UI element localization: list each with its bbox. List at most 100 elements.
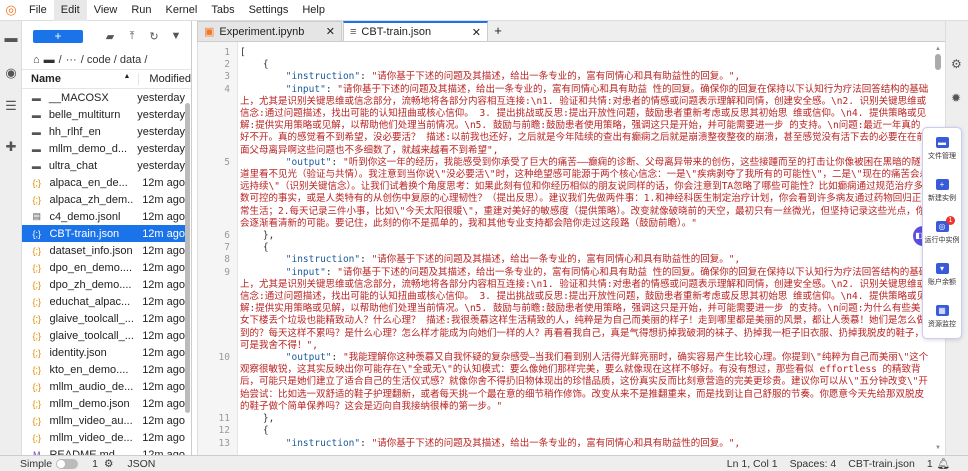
- file-row[interactable]: {;} identity.json 12m ago: [22, 344, 185, 361]
- debugger-bug-icon[interactable]: ✹: [951, 91, 961, 105]
- line-text: {: [240, 59, 269, 71]
- file-row[interactable]: {;} glaive_toolcall_... 12m ago: [22, 327, 185, 344]
- panel-item-chip[interactable]: ▦ 资源监控: [923, 296, 961, 338]
- panel-item-folder[interactable]: ▬ 文件管理: [923, 128, 961, 170]
- panel-item-label: 新建实例: [928, 195, 956, 202]
- panel-item-wallet[interactable]: ▾ 账户余额: [923, 254, 961, 296]
- scroll-up-icon[interactable]: ▲: [934, 46, 942, 52]
- file-row[interactable]: ▬ hh_rlhf_en yesterday: [22, 123, 185, 140]
- file-row[interactable]: {;} mllm_audio_de... 12m ago: [22, 378, 185, 395]
- line-number: 13: [218, 437, 230, 449]
- breadcrumb-root[interactable]: /: [59, 54, 62, 66]
- property-inspector-gear-icon[interactable]: ⚙: [951, 57, 962, 71]
- file-name: hh_rlhf_en: [48, 125, 101, 138]
- menu-edit[interactable]: Edit: [53, 0, 87, 21]
- code-line: 8 "instruction": "请你基于下述的问题及其描述，给出一条专业的，…: [198, 254, 933, 266]
- indent-spaces[interactable]: Spaces: 4: [790, 458, 837, 470]
- file-row[interactable]: {;} kto_en_demo.... 12m ago: [22, 361, 185, 378]
- file-row[interactable]: {;} alpaca_en_de... 12m ago: [22, 174, 185, 191]
- json-file-icon: {;}: [32, 194, 41, 205]
- close-icon[interactable]: ✕: [472, 26, 481, 39]
- line-number: 4: [224, 83, 230, 95]
- file-name: mllm_video_de...: [49, 431, 133, 444]
- file-row[interactable]: {;} dataset_info.json 12m ago: [22, 242, 185, 259]
- panel-item-running-instance[interactable]: ◎ 运行中实例 1: [923, 212, 961, 254]
- file-row[interactable]: {;} mllm_video_au... 12m ago: [22, 412, 185, 429]
- file-row[interactable]: {;} dpo_zh_demo.... 12m ago: [22, 276, 185, 293]
- code-line: 4 "input": "请你基于下述的问题及其描述，给出一条专业的，富有同情心和…: [198, 84, 933, 157]
- file-row[interactable]: {;} educhat_alpac... 12m ago: [22, 293, 185, 310]
- scroll-down-icon[interactable]: ▼: [934, 445, 942, 451]
- file-row[interactable]: M README.md 12m ago: [22, 446, 185, 456]
- scrollbar-thumb[interactable]: [935, 54, 941, 70]
- menu-kernel[interactable]: Kernel: [159, 0, 205, 21]
- running-stop-icon[interactable]: ◉: [4, 66, 18, 80]
- json-string-value: "我能理解你这种羡慕又自我怀疑的复杂感受—当我们看到别人活得光鲜亮丽时，确实容易…: [240, 352, 929, 412]
- folder-icon[interactable]: ▬: [4, 31, 18, 45]
- file-modified: yesterday: [137, 142, 185, 155]
- panel-item-add-instance[interactable]: + 新建实例: [923, 170, 961, 212]
- status-bar: Simple 1 ⚙ JSON Ln 1, Col 1 Spaces: 4 CB…: [0, 455, 968, 471]
- table-of-contents-icon[interactable]: ☰: [4, 99, 18, 113]
- json-string-value: "请你基于下述的问题及其描述，给出一条专业的，富有同情心和具有助益 性的回复。确…: [240, 266, 929, 351]
- file-modified: yesterday: [137, 91, 185, 104]
- kernel-count[interactable]: 1: [92, 458, 98, 470]
- folder-icon[interactable]: ▬: [44, 54, 55, 66]
- new-launcher-button[interactable]: +: [33, 29, 83, 43]
- tab-cbt-train-json[interactable]: ≡ CBT-train.json ✕: [343, 21, 488, 41]
- line-text: "input": "请你基于下述的问题及其描述，给出一条专业的，富有同情心和具有…: [240, 266, 929, 351]
- close-icon[interactable]: ✕: [326, 25, 335, 38]
- notification-badge: 1: [946, 216, 955, 225]
- breadcrumb-ellipsis[interactable]: ···: [66, 54, 77, 66]
- code-content[interactable]: 1[2 {3 "instruction": "请你基于下述的问题及其描述，给出一…: [198, 47, 933, 450]
- file-row[interactable]: ▬ __MACOSX yesterday: [22, 89, 185, 106]
- kernel-gear-icon[interactable]: ⚙: [104, 458, 113, 470]
- tab-experiment-ipynb[interactable]: ▣ Experiment.ipynb ✕: [197, 21, 342, 41]
- code-line: 13 "instruction": "请你基于下述的问题及其描述，给出一条专业的…: [198, 438, 933, 450]
- filter-icon[interactable]: ▼: [165, 30, 187, 42]
- bell-icon[interactable]: 🔔︎: [937, 457, 950, 470]
- new-folder-icon[interactable]: ▰: [99, 30, 121, 43]
- file-row[interactable]: {;} glaive_toolcall_... 12m ago: [22, 310, 185, 327]
- file-row[interactable]: {;} mllm_demo.json 12m ago: [22, 395, 185, 412]
- json-string-value: "请你基于下述的问题及其描述，给出一条专业的，富有同情心和具有助益性的回复。",: [371, 437, 741, 449]
- modified-column-header[interactable]: Modified: [139, 73, 191, 85]
- file-row[interactable]: {;} CBT-train.json 12m ago: [22, 225, 185, 242]
- file-row[interactable]: {;} alpaca_zh_dem... 12m ago: [22, 191, 185, 208]
- name-header-label: Name: [31, 73, 61, 85]
- file-name: dataset_info.json: [49, 244, 133, 257]
- menu-view[interactable]: View: [87, 0, 125, 21]
- panel-item-label: 文件管理: [928, 153, 956, 160]
- upload-icon[interactable]: ⤒: [121, 30, 143, 43]
- floating-tools-panel: ▬ 文件管理 + 新建实例 ◎ 运行中实例 1 ▾ 账户余额 ▦ 资源监控: [922, 127, 962, 339]
- file-row[interactable]: ▤ c4_demo.jsonl 12m ago: [22, 208, 185, 225]
- new-tab-button[interactable]: +: [489, 21, 507, 41]
- file-row[interactable]: ▬ ultra_chat yesterday: [22, 157, 185, 174]
- menu-file[interactable]: File: [22, 0, 54, 21]
- file-row[interactable]: {;} mllm_video_de... 12m ago: [22, 429, 185, 446]
- file-row[interactable]: ▬ belle_multiturn yesterday: [22, 106, 185, 123]
- json-file-icon: {;}: [32, 296, 41, 307]
- refresh-icon[interactable]: ↻: [143, 30, 165, 43]
- json-file-icon: {;}: [32, 313, 41, 324]
- extension-puzzle-icon[interactable]: ✚: [4, 140, 18, 154]
- menu-list: File Edit View Run Kernel Tabs Settings Help: [22, 0, 332, 21]
- breadcrumb-path[interactable]: / code / data /: [81, 54, 148, 66]
- json-editor[interactable]: 1[2 {3 "instruction": "请你基于下述的问题及其描述，给出一…: [197, 42, 945, 455]
- home-icon[interactable]: ⌂: [33, 54, 40, 66]
- file-type[interactable]: JSON: [127, 458, 155, 470]
- file-icon: ▤: [32, 211, 41, 221]
- menu-help[interactable]: Help: [295, 0, 332, 21]
- menu-run[interactable]: Run: [124, 0, 158, 21]
- json-file-icon: {;}: [32, 381, 41, 392]
- menu-settings[interactable]: Settings: [242, 0, 296, 21]
- menu-tabs[interactable]: Tabs: [204, 0, 241, 21]
- file-row[interactable]: ▬ mllm_demo_d... yesterday: [22, 140, 185, 157]
- file-row[interactable]: {;} dpo_en_demo.... 12m ago: [22, 259, 185, 276]
- simple-mode-toggle[interactable]: [56, 458, 79, 469]
- cursor-position[interactable]: Ln 1, Col 1: [727, 458, 778, 470]
- name-column-header[interactable]: Name ▲: [22, 73, 140, 85]
- file-name: dpo_en_demo....: [49, 261, 133, 274]
- file-list-scrollbar[interactable]: [184, 91, 191, 447]
- scrollbar-thumb[interactable]: [185, 103, 190, 413]
